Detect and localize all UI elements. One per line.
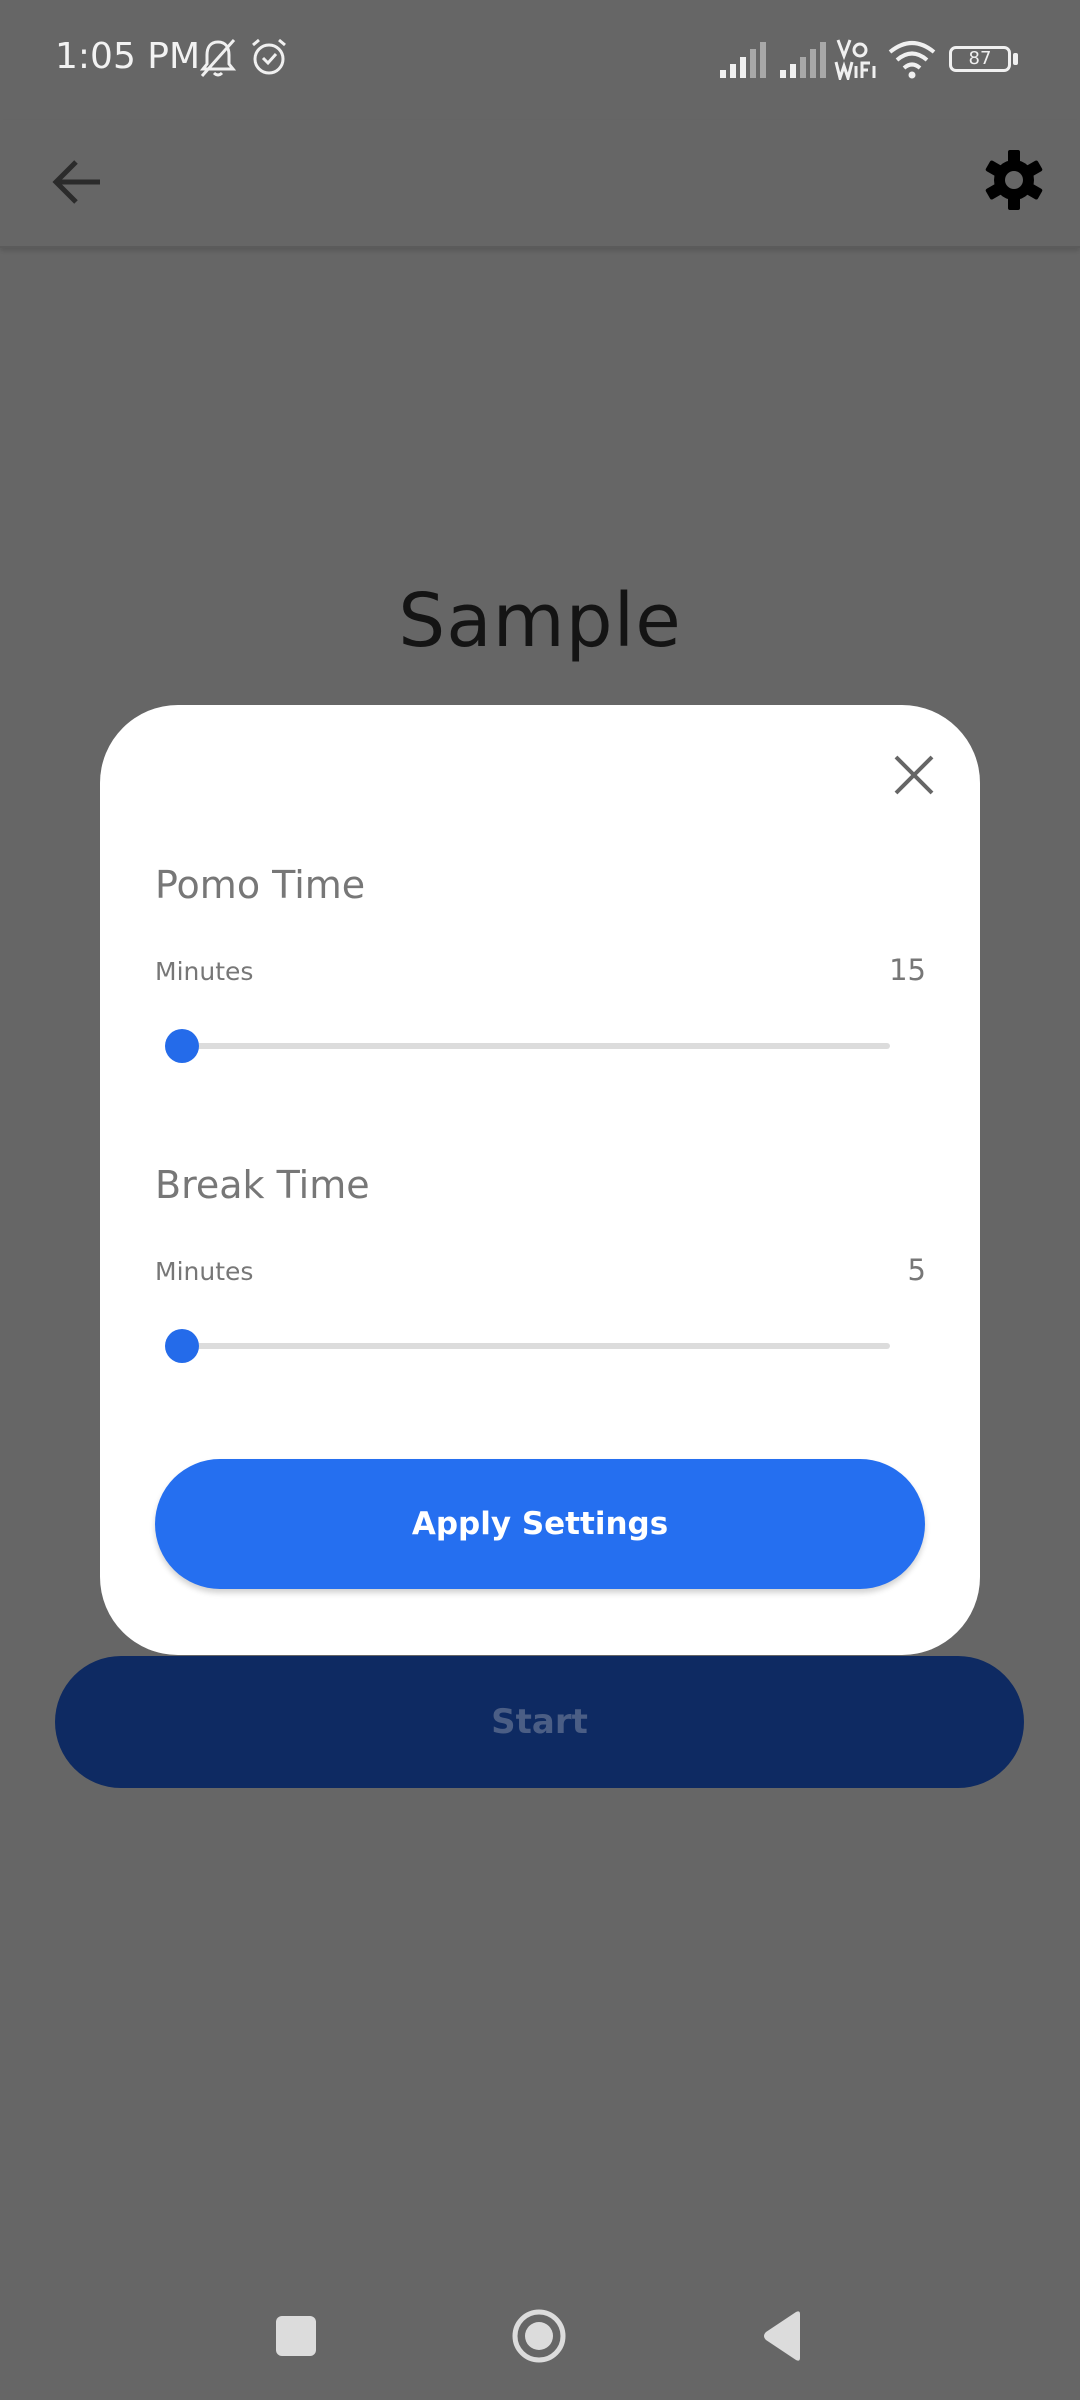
battery-cap [1013, 53, 1018, 65]
vowifi-icon [834, 39, 876, 80]
settings-button[interactable] [974, 140, 1054, 220]
break-time-slider[interactable] [155, 1326, 935, 1366]
back-triangle-icon[interactable] [760, 2310, 806, 2362]
break-minutes-label: Minutes [155, 1257, 254, 1286]
slider-thumb[interactable] [165, 1329, 199, 1363]
alarm-icon [252, 38, 286, 75]
slider-track [182, 1043, 890, 1049]
pomo-minutes-value: 15 [889, 953, 926, 987]
page-title: Sample [398, 578, 682, 664]
system-nav-bar [0, 2280, 1080, 2400]
pomo-time-title: Pomo Time [155, 863, 366, 907]
signal-icon [780, 42, 826, 78]
settings-dialog: Pomo Time Minutes 15 Break Time Minutes … [100, 705, 980, 1655]
status-bar: 1:05 PM 87 [0, 0, 1080, 120]
pomo-minutes-label: Minutes [155, 957, 254, 986]
close-icon [894, 755, 934, 795]
signal-icon [720, 42, 766, 78]
home-circle-icon[interactable] [511, 2308, 567, 2364]
apply-settings-button[interactable]: Apply Settings [155, 1459, 925, 1589]
break-minutes-value: 5 [907, 1253, 926, 1287]
battery-icon: 87 [949, 46, 1011, 72]
slider-track [182, 1343, 890, 1349]
arrow-left-icon [52, 160, 100, 204]
app-bar [0, 120, 1080, 248]
close-button[interactable] [886, 747, 942, 803]
start-button[interactable]: Start [55, 1656, 1024, 1788]
pomo-time-slider[interactable] [155, 1026, 935, 1066]
recents-square-icon[interactable] [276, 2316, 316, 2356]
status-time: 1:05 PM [55, 36, 201, 77]
bell-muted-icon [199, 39, 237, 77]
gear-icon [985, 150, 1043, 210]
wifi-icon [888, 41, 936, 79]
back-button[interactable] [40, 144, 116, 220]
break-time-title: Break Time [155, 1163, 370, 1207]
slider-thumb[interactable] [165, 1029, 199, 1063]
